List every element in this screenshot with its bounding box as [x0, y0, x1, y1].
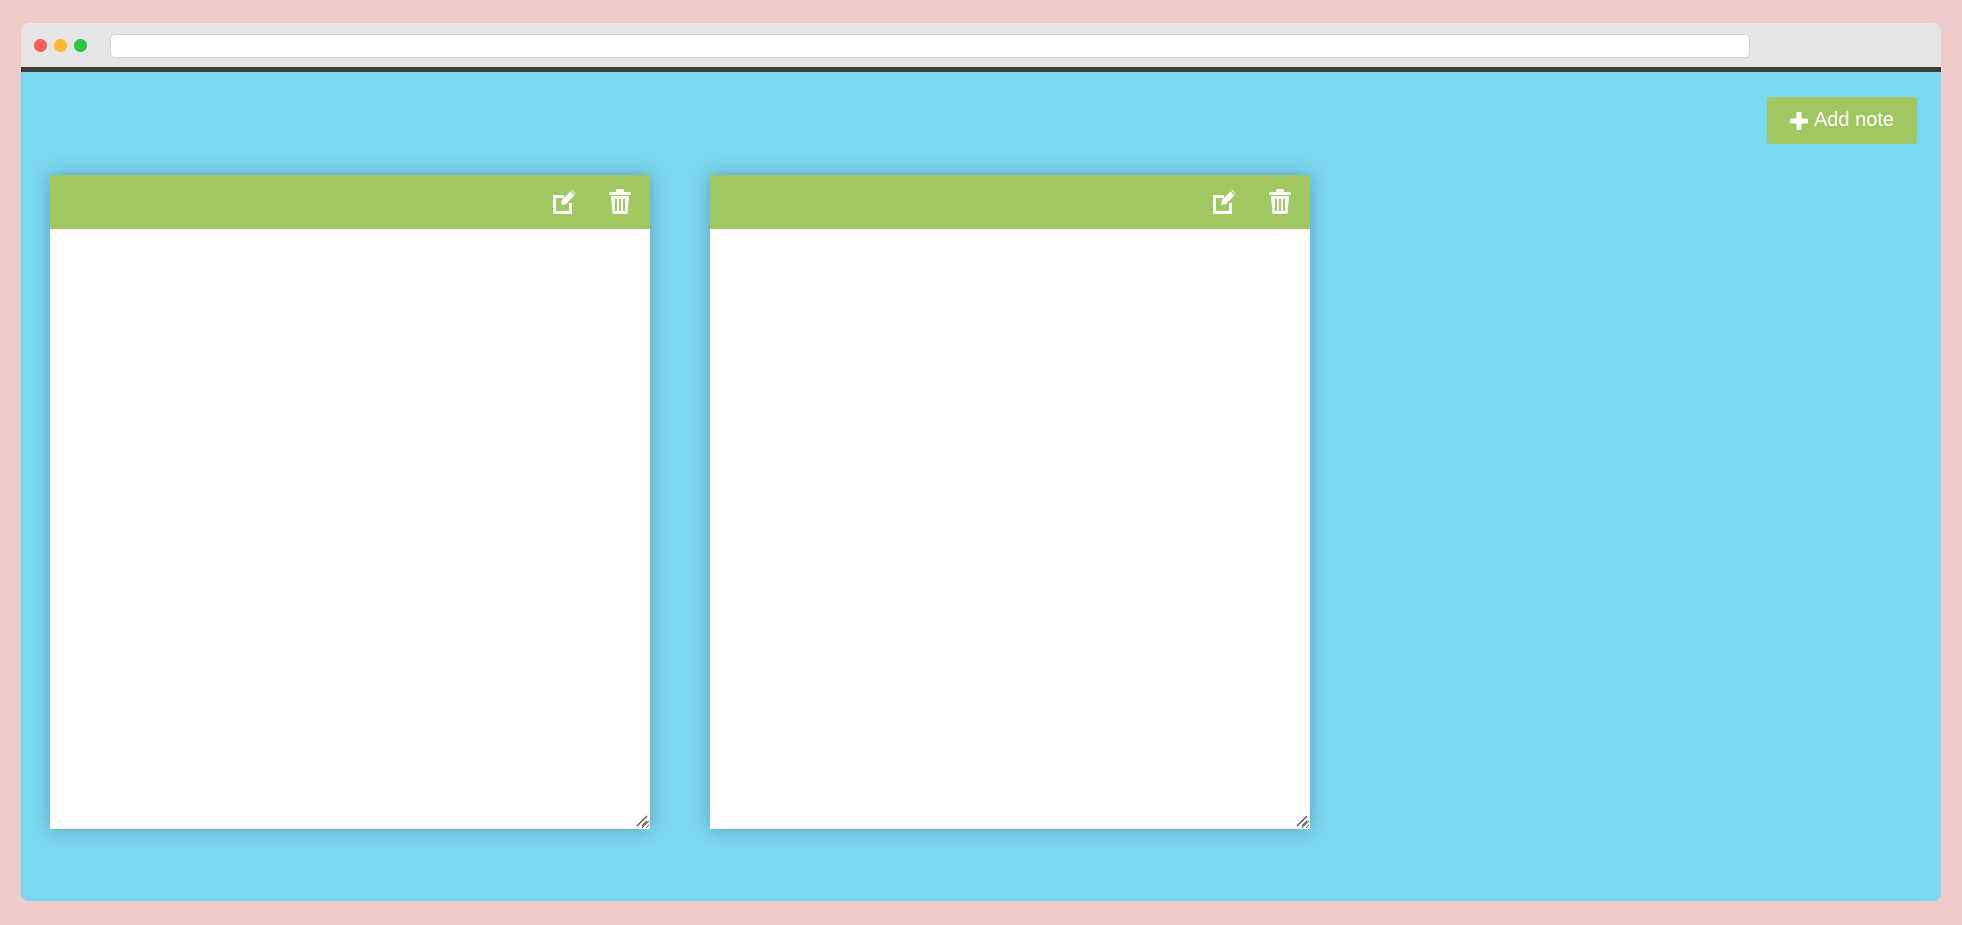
note-header: [710, 175, 1310, 229]
trash-icon[interactable]: [606, 188, 634, 216]
browser-titlebar: [21, 23, 1941, 67]
minimize-window-button[interactable]: [54, 39, 67, 52]
address-bar[interactable]: [110, 34, 1750, 58]
maximize-window-button[interactable]: [74, 39, 87, 52]
note-card: [710, 175, 1310, 829]
edit-icon[interactable]: [1210, 188, 1238, 216]
resize-handle-icon[interactable]: [1296, 815, 1308, 827]
note-header: [50, 175, 650, 229]
trash-icon[interactable]: [1266, 188, 1294, 216]
edit-icon[interactable]: [550, 188, 578, 216]
add-note-label: Add note: [1813, 109, 1895, 131]
note-card: [50, 175, 650, 829]
note-textarea[interactable]: [50, 229, 650, 829]
notes-app: Add note: [21, 72, 1941, 901]
resize-handle-icon[interactable]: [636, 815, 648, 827]
add-note-button[interactable]: Add note: [1767, 97, 1917, 144]
browser-window: Add note: [21, 23, 1941, 901]
close-window-button[interactable]: [34, 39, 47, 52]
plus-icon: [1789, 111, 1808, 130]
note-textarea[interactable]: [710, 229, 1310, 829]
